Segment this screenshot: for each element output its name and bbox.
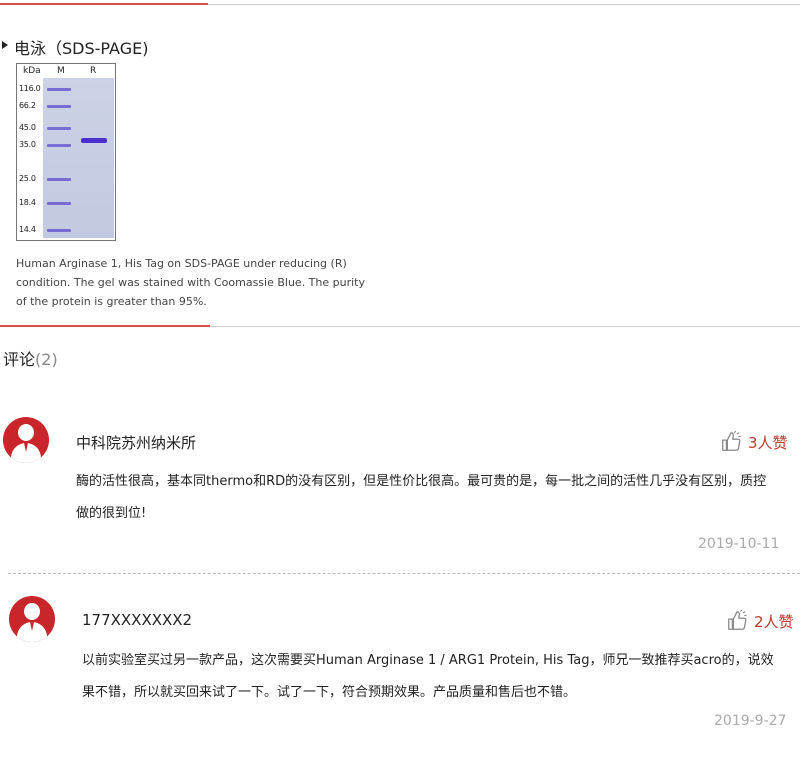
like-button[interactable]: 3人赞 [720,431,788,453]
top-divider-accent [0,3,208,5]
section-bullet-icon [2,41,8,49]
user-avatar-icon[interactable] [9,596,55,642]
gel-marker-label: 116.0 [19,84,41,93]
gel-marker-band [47,88,71,91]
gel-marker-band [47,229,71,232]
gel-marker-band [47,202,71,205]
comments-title-text: 评论 [3,350,36,369]
comment-username[interactable]: 177XXXXXXX2 [82,611,192,629]
gel-unit-label: kDa [23,66,41,76]
like-count: 2人赞 [754,612,794,631]
comment-date: 2019-10-11 [698,536,780,552]
like-count: 3人赞 [748,433,788,452]
gel-lane-marker-label: M [57,66,65,76]
gel-marker-label: 25.0 [19,174,36,183]
gel-marker-band [47,127,71,130]
gel-marker-label: 45.0 [19,123,36,132]
like-button[interactable]: 2人赞 [726,610,794,632]
gel-sample-band [81,138,107,143]
gel-lane-area [43,78,114,238]
gel-marker-label: 35.0 [19,140,36,149]
gel-marker-band [47,105,71,108]
top-divider [0,3,800,5]
comment-date: 2019-9-27 [714,713,787,729]
user-avatar-icon[interactable] [3,417,49,463]
comments-divider [0,325,800,327]
sds-page-heading: 电泳（SDS-PAGE) [14,39,149,58]
comments-title: 评论(2) [3,346,58,370]
comment-text: 酶的活性很高，基本同thermo和RD的没有区别，但是性价比很高。最可贵的是，每… [76,474,767,521]
gel-marker-label: 14.4 [19,225,36,234]
gel-marker-label: 18.4 [19,198,36,207]
gel-lane-reducing-label: R [90,66,97,76]
thumbs-up-icon [728,610,747,630]
gel-marker-label: 66.2 [19,101,36,110]
sds-page-gel-image: kDa M R 116.0 66.2 45.0 35.0 25.0 18.4 1… [16,63,116,241]
gel-caption: Human Arginase 1, His Tag on SDS-PAGE un… [16,257,365,308]
comment-username[interactable]: 中科院苏州纳米所 [76,432,196,453]
comment-text: 以前实验室买过另一款产品，这次需要买Human Arginase 1 / ARG… [82,653,774,700]
gel-marker-band [47,178,71,181]
comment-separator [8,573,800,574]
comments-divider-accent [0,325,210,327]
comments-count: (2) [35,350,58,369]
thumbs-up-icon [722,431,741,451]
gel-marker-band [47,144,71,147]
